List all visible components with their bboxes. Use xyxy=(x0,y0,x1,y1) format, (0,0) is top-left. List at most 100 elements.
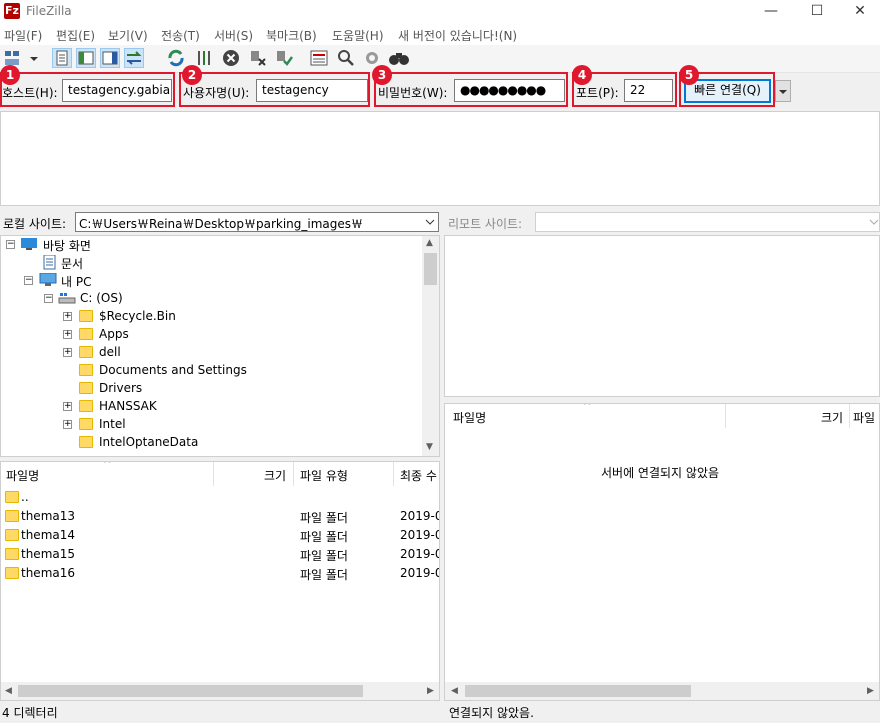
column-modified[interactable]: 최종 수 xyxy=(400,467,437,484)
expand-icon[interactable]: + xyxy=(63,312,72,321)
column-name[interactable]: 파일명 xyxy=(453,409,486,426)
scroll-thumb[interactable] xyxy=(18,685,363,697)
tree-item-documents[interactable]: 문서 xyxy=(1,254,421,272)
search-remote-files-icon[interactable] xyxy=(388,48,409,68)
close-button[interactable]: ✕ xyxy=(840,0,880,24)
quickconnect-bar: 호스트(H): testagency.gabia.io 사용자명(U): tes… xyxy=(0,65,880,110)
remote-directory-tree[interactable] xyxy=(444,235,880,397)
not-connected-message: 서버에 연결되지 않았음 xyxy=(601,466,720,480)
step-badge-4: 4 xyxy=(572,65,592,85)
file-row[interactable]: thema16 파일 폴더 2019-0 xyxy=(1,565,439,584)
message-log[interactable] xyxy=(0,111,880,206)
scroll-left-icon[interactable]: ◀ xyxy=(451,686,458,696)
quickconnect-button[interactable]: 빠른 연결(Q) xyxy=(684,79,771,103)
folder-icon xyxy=(79,418,93,430)
sort-ascending-icon: ^ xyxy=(103,461,112,470)
tree-item-folder[interactable]: Drivers xyxy=(1,380,421,398)
tree-item-label: C: (OS) xyxy=(80,291,123,305)
scroll-down-icon[interactable]: ▼ xyxy=(426,442,433,452)
process-queue-icon[interactable] xyxy=(194,48,214,68)
drive-icon xyxy=(58,293,76,304)
menu-transfer[interactable]: 전송(T) xyxy=(161,27,200,44)
local-file-list[interactable]: 파일명 ^ 크기 파일 유형 최종 수 .. thema13 파일 폴더 201… xyxy=(0,461,440,701)
remote-file-list[interactable]: 파일명 ^ 크기 파일 서버에 연결되지 않았음 ◀ ▶ xyxy=(444,403,880,701)
username-input[interactable]: testagency xyxy=(256,79,368,102)
directory-listing-filter-icon[interactable] xyxy=(309,48,329,68)
menu-view[interactable]: 보기(V) xyxy=(108,27,148,44)
scroll-right-icon[interactable]: ▶ xyxy=(867,686,874,696)
expand-icon[interactable]: + xyxy=(63,402,72,411)
file-row[interactable]: thema15 파일 폴더 2019-0 xyxy=(1,546,440,565)
scroll-thumb[interactable] xyxy=(424,253,437,285)
tree-item-desktop[interactable]: − 바탕 화면 xyxy=(1,236,421,254)
local-file-hscrollbar[interactable]: ◀ ▶ xyxy=(1,682,439,700)
menu-file[interactable]: 파일(F) xyxy=(4,27,42,44)
tree-item-label: Documents and Settings xyxy=(99,363,247,377)
column-type[interactable]: 파일 유형 xyxy=(300,467,348,484)
remote-tree-toggle-icon[interactable] xyxy=(100,48,120,68)
tree-item-folder[interactable]: + dell xyxy=(1,344,421,362)
scroll-up-icon[interactable]: ▲ xyxy=(426,238,433,248)
local-tree-scrollbar[interactable]: ▲ ▼ xyxy=(422,236,439,456)
collapse-icon[interactable]: − xyxy=(44,294,53,303)
menu-new-version[interactable]: 새 버전이 있습니다!(N) xyxy=(398,27,517,44)
file-date: 2019-0 xyxy=(400,547,440,561)
collapse-icon[interactable]: − xyxy=(24,276,33,285)
remote-file-hscrollbar[interactable]: ◀ ▶ xyxy=(445,682,879,700)
column-type[interactable]: 파일 xyxy=(853,409,875,426)
reconnect-icon[interactable] xyxy=(274,48,294,68)
file-row-parent[interactable]: .. xyxy=(1,489,421,508)
expand-icon[interactable]: + xyxy=(63,330,72,339)
local-directory-tree[interactable]: − 바탕 화면 문서 − 내 PC − C: (OS) + $Recycle.B… xyxy=(0,235,440,457)
folder-icon xyxy=(79,310,93,322)
tree-item-folder[interactable]: + HANSSAK xyxy=(1,398,421,416)
tree-item-label: dell xyxy=(99,345,121,359)
remote-path-combobox[interactable] xyxy=(535,212,880,232)
folder-icon xyxy=(79,364,93,376)
file-row[interactable]: thema13 파일 폴더 2019-0 xyxy=(1,508,439,527)
tree-item-label: $Recycle.Bin xyxy=(99,309,176,323)
tree-item-folder[interactable]: + Apps xyxy=(1,326,421,344)
password-input[interactable]: ●●●●●●●●● xyxy=(454,79,565,102)
collapse-icon[interactable]: − xyxy=(6,240,15,249)
local-tree-toggle-icon[interactable] xyxy=(76,48,96,68)
menu-help[interactable]: 도움말(H) xyxy=(332,27,384,44)
scroll-right-icon[interactable]: ▶ xyxy=(427,686,434,696)
host-input[interactable]: testagency.gabia.io xyxy=(62,79,172,102)
menu-server[interactable]: 서버(S) xyxy=(214,27,253,44)
tree-item-folder[interactable]: + $Recycle.Bin xyxy=(1,308,421,326)
tree-item-folder[interactable]: Documents and Settings xyxy=(1,362,421,380)
cancel-icon[interactable] xyxy=(221,48,241,68)
disconnect-icon[interactable] xyxy=(248,48,268,68)
menu-edit[interactable]: 편집(E) xyxy=(56,27,95,44)
column-size[interactable]: 크기 xyxy=(264,467,286,484)
compare-search-icon[interactable] xyxy=(336,48,356,68)
tree-item-my-pc[interactable]: − 내 PC xyxy=(1,272,421,290)
message-log-toggle-icon[interactable] xyxy=(52,48,72,68)
column-name[interactable]: 파일명 xyxy=(6,467,39,484)
menu-bookmarks[interactable]: 북마크(B) xyxy=(266,27,317,44)
tree-item-drive-c[interactable]: − C: (OS) xyxy=(1,290,421,308)
maximize-button[interactable]: ☐ xyxy=(794,0,840,24)
file-name: thema15 xyxy=(21,547,76,561)
scroll-left-icon[interactable]: ◀ xyxy=(5,686,12,696)
tree-item-folder[interactable]: + Intel xyxy=(1,416,421,434)
expand-icon[interactable]: + xyxy=(63,348,72,357)
local-path-dropdown-icon[interactable] xyxy=(424,216,436,231)
remote-file-list-header: 파일명 ^ 크기 파일 xyxy=(445,404,879,428)
expand-icon[interactable]: + xyxy=(63,420,72,429)
remote-path-dropdown-icon[interactable] xyxy=(868,216,880,231)
port-input[interactable]: 22 xyxy=(624,79,673,102)
tree-item-folder[interactable]: IntelOptaneData xyxy=(1,434,421,452)
transfer-queue-toggle-icon[interactable] xyxy=(124,48,144,68)
scroll-thumb[interactable] xyxy=(465,685,691,697)
password-label: 비밀번호(W): xyxy=(378,86,448,100)
refresh-icon[interactable] xyxy=(166,48,186,68)
minimize-button[interactable]: — xyxy=(748,0,794,24)
file-row[interactable]: thema14 파일 폴더 2019-0 xyxy=(1,527,439,546)
tree-item-label: Apps xyxy=(99,327,129,341)
local-path-combobox[interactable]: C:￦Users￦Reina￦Desktop￦parking_images￦ xyxy=(75,212,439,232)
site-manager-dropdown-icon[interactable] xyxy=(28,48,40,68)
quickconnect-dropdown-icon[interactable] xyxy=(775,80,791,102)
column-size[interactable]: 크기 xyxy=(821,409,843,426)
